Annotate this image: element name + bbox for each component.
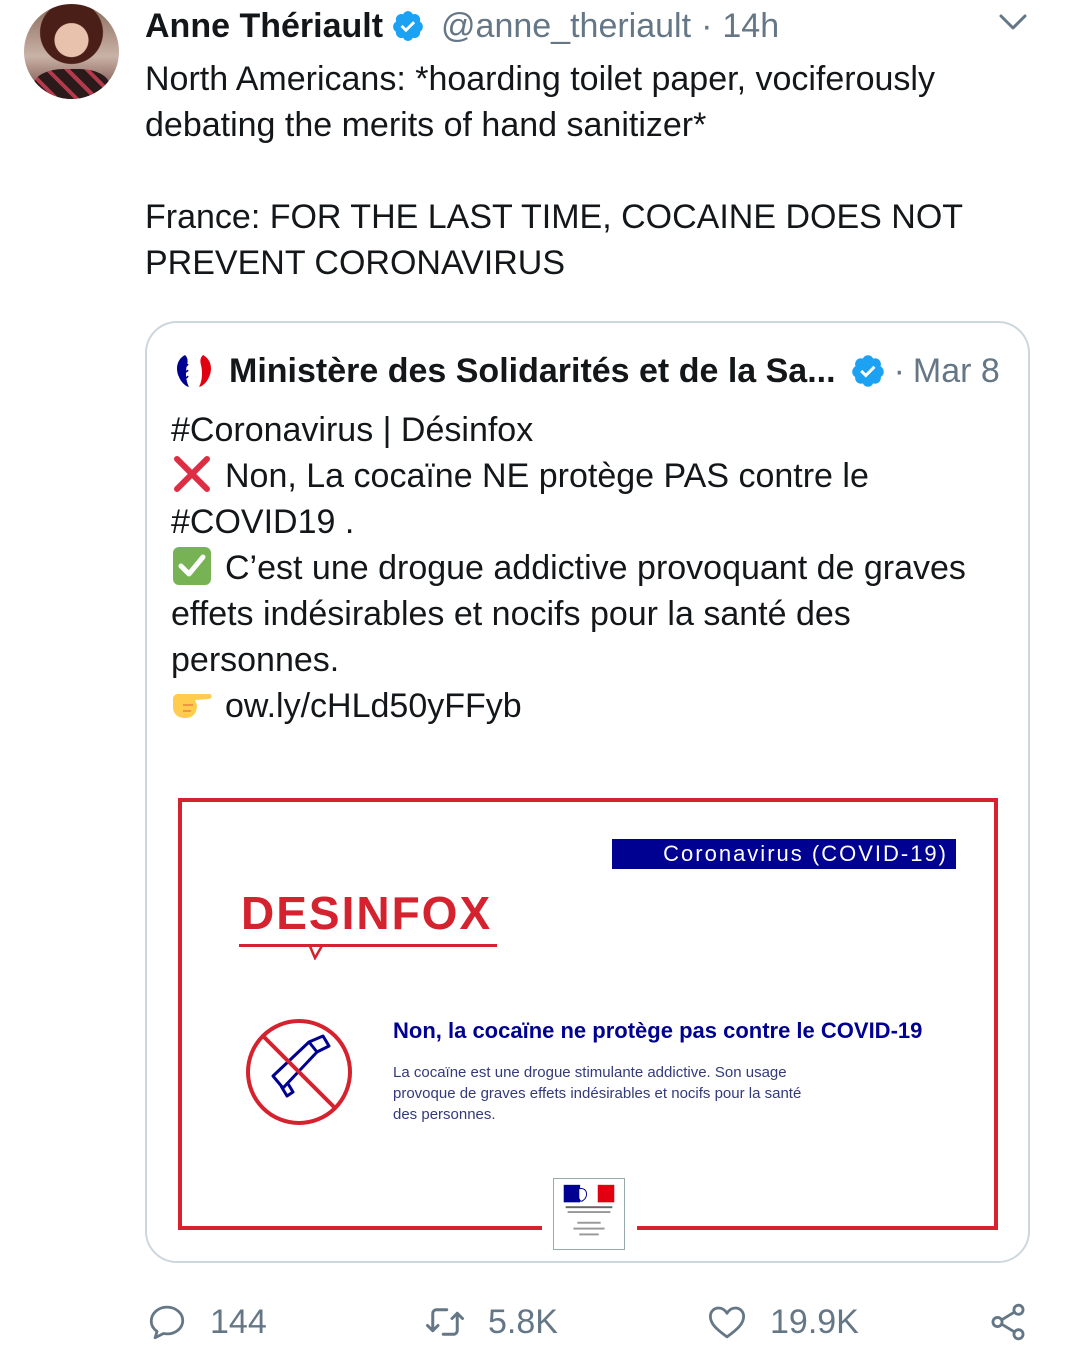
handle[interactable]: @anne_theriault — [441, 7, 691, 46]
avatar-shirt — [34, 69, 109, 99]
avatar[interactable] — [24, 4, 119, 99]
like-button[interactable]: 19.9K — [706, 1296, 859, 1348]
quoted-text: #Coronavirus | Désinfox Non, La cocaïne … — [171, 407, 1011, 729]
no-megaphone-icon — [246, 1019, 352, 1125]
verified-badge-icon — [851, 355, 884, 387]
check-mark-emoji — [173, 547, 211, 585]
share-icon — [991, 1303, 1025, 1341]
card-frame-bottom — [637, 1226, 998, 1230]
card-headline: Non, la cocaïne ne protège pas contre le… — [393, 1018, 923, 1043]
reply-button[interactable]: 144 — [146, 1296, 267, 1348]
link[interactable]: ow.ly/cHLd50yFFyb — [225, 687, 522, 725]
tweet-header: Anne Thériault @anne_theriault · 14h — [145, 4, 779, 48]
retweet-icon — [426, 1308, 464, 1336]
quoted-timestamp[interactable]: Mar 8 — [913, 352, 1000, 391]
desinfox-title: DESINFOX — [241, 887, 493, 939]
tweet-paragraph: France: FOR THE LAST TIME, COCAINE DOES … — [145, 198, 963, 282]
action-bar: 144 5.8K 19.9K — [0, 1296, 1067, 1348]
quoted-line: #Coronavirus | Désinfox — [171, 411, 534, 449]
card-body-text: La cocaïne est une drogue stimulante add… — [393, 1064, 802, 1123]
desinfox-underline — [239, 944, 497, 947]
verified-badge-icon — [393, 11, 423, 41]
pointing-hand-emoji — [173, 693, 212, 718]
covid-banner: Coronavirus (COVID-19) — [612, 839, 956, 869]
desinfox-card-image[interactable]: Coronavirus (COVID-19) DESINFOX Non, la … — [147, 778, 1028, 1261]
retweet-button[interactable]: 5.8K — [424, 1296, 558, 1348]
speech-tail-icon — [307, 944, 325, 960]
tweet-text: North Americans: *hoarding toilet paper,… — [145, 56, 1025, 286]
like-icon — [708, 1306, 746, 1339]
quoted-header: Ministère des Solidarités et de la Sa...… — [171, 349, 1000, 393]
quoted-line: Non, La cocaïne NE protège PAS contre le… — [171, 453, 1011, 545]
reply-count: 144 — [210, 1302, 267, 1341]
quoted-display-name[interactable]: Ministère des Solidarités et de la Sa... — [229, 352, 836, 391]
separator-dot: · — [893, 351, 905, 390]
separator-dot: · — [701, 6, 713, 45]
ministry-logo-icon — [177, 355, 211, 387]
like-count: 19.9K — [770, 1302, 859, 1341]
quoted-line-text: C’est une drogue addictive provoquant de… — [171, 549, 966, 679]
caret-down-icon[interactable] — [996, 8, 1030, 36]
timestamp[interactable]: 14h — [722, 7, 779, 46]
quoted-line-text: Non, La cocaïne NE protège PAS contre le… — [171, 457, 869, 541]
quoted-tweet[interactable]: Ministère des Solidarités et de la Sa...… — [145, 321, 1030, 1263]
quoted-line: C’est une drogue addictive provoquant de… — [171, 545, 1011, 683]
tweet-paragraph: North Americans: *hoarding toilet paper,… — [145, 60, 935, 144]
retweet-count: 5.8K — [488, 1302, 558, 1341]
quoted-line: ow.ly/cHLd50yFFyb — [171, 683, 1011, 729]
display-name[interactable]: Anne Thériault — [145, 7, 383, 46]
cross-mark-emoji — [174, 456, 210, 492]
government-marianne-logo — [553, 1178, 625, 1250]
reply-icon — [149, 1305, 185, 1340]
share-button[interactable] — [987, 1296, 1029, 1348]
card-frame-bottom — [178, 1226, 542, 1230]
